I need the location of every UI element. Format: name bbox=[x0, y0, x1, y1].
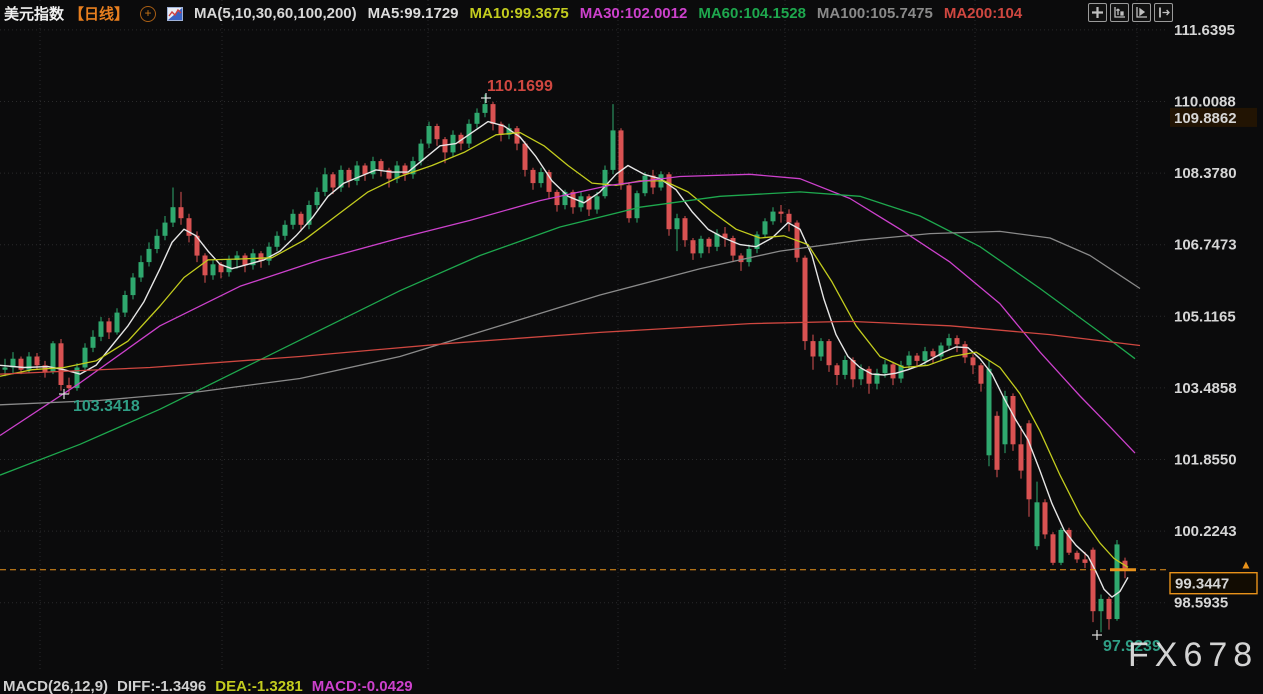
y-axis-label: 108.3780 bbox=[1174, 165, 1237, 182]
reference-price-label: 109.8862 bbox=[1174, 110, 1237, 127]
y-axis-label: 111.6395 bbox=[1174, 22, 1235, 39]
ma-line-ma60 bbox=[0, 192, 1135, 475]
period-label: 【日线】 bbox=[69, 3, 129, 24]
price-chart-canvas[interactable]: 110.1699103.341897.9239111.6395110.00881… bbox=[0, 0, 1263, 694]
macd-settings-label: MACD(26,12,9) bbox=[3, 678, 108, 694]
kline-chart-icon[interactable] bbox=[167, 7, 183, 21]
macd-indicator-header: MACD(26,12,9) DIFF:-1.3496 DEA:-1.3281 M… bbox=[3, 678, 413, 694]
ma10-value: MA10:99.3675 bbox=[470, 5, 569, 22]
macd-diff-value: DIFF:-1.3496 bbox=[117, 678, 206, 694]
ma30-value: MA30:102.0012 bbox=[580, 5, 688, 22]
scroll-to-latest-arrow-icon[interactable]: ▲ bbox=[1240, 558, 1252, 572]
y-axis-label: 105.1165 bbox=[1174, 308, 1236, 325]
ma100-value: MA100:105.7475 bbox=[817, 5, 933, 22]
ma-line-ma5 bbox=[0, 122, 1128, 597]
y-axis-label: 106.7473 bbox=[1174, 237, 1237, 254]
y-axis-label: 103.4858 bbox=[1174, 380, 1237, 397]
fit-right-button[interactable] bbox=[1132, 3, 1151, 22]
price-annotation-low: 103.3418 bbox=[73, 398, 140, 415]
chart-toolbar bbox=[1088, 3, 1173, 22]
current-price-label: 99.3447 bbox=[1175, 576, 1229, 593]
ma200-value: MA200:104 bbox=[944, 5, 1022, 22]
ma5-value: MA5:99.1729 bbox=[368, 5, 459, 22]
ma-line-ma100 bbox=[0, 231, 1140, 404]
symbol-label: 美元指数 bbox=[4, 3, 64, 24]
chart-header: 美元指数 【日线】 + MA(5,10,30,60,100,200) MA5:9… bbox=[4, 3, 1022, 24]
add-indicator-icon[interactable]: + bbox=[140, 6, 156, 22]
y-axis-label: 100.2243 bbox=[1174, 523, 1237, 540]
y-axis: 111.6395110.0088108.3780106.7473105.1165… bbox=[1170, 22, 1257, 612]
ma60-value: MA60:104.1528 bbox=[698, 5, 806, 22]
gridlines bbox=[0, 0, 1168, 672]
pan-button[interactable] bbox=[1088, 3, 1107, 22]
shift-right-button[interactable] bbox=[1154, 3, 1173, 22]
ma-line-ma30 bbox=[0, 174, 1135, 453]
y-axis-label: 98.5935 bbox=[1174, 595, 1228, 612]
fit-left-button[interactable] bbox=[1110, 3, 1129, 22]
macd-macd-value: MACD:-0.0429 bbox=[312, 678, 413, 694]
price-annotation-high: 110.1699 bbox=[487, 78, 553, 95]
chart-window: 110.1699103.341897.9239111.6395110.00881… bbox=[0, 0, 1263, 694]
candles-layer bbox=[3, 94, 1128, 632]
macd-dea-value: DEA:-1.3281 bbox=[215, 678, 303, 694]
y-axis-label: 101.8550 bbox=[1174, 452, 1237, 469]
ma-settings-label: MA(5,10,30,60,100,200) bbox=[194, 5, 357, 22]
fx678-watermark: FX678 bbox=[1128, 636, 1258, 675]
